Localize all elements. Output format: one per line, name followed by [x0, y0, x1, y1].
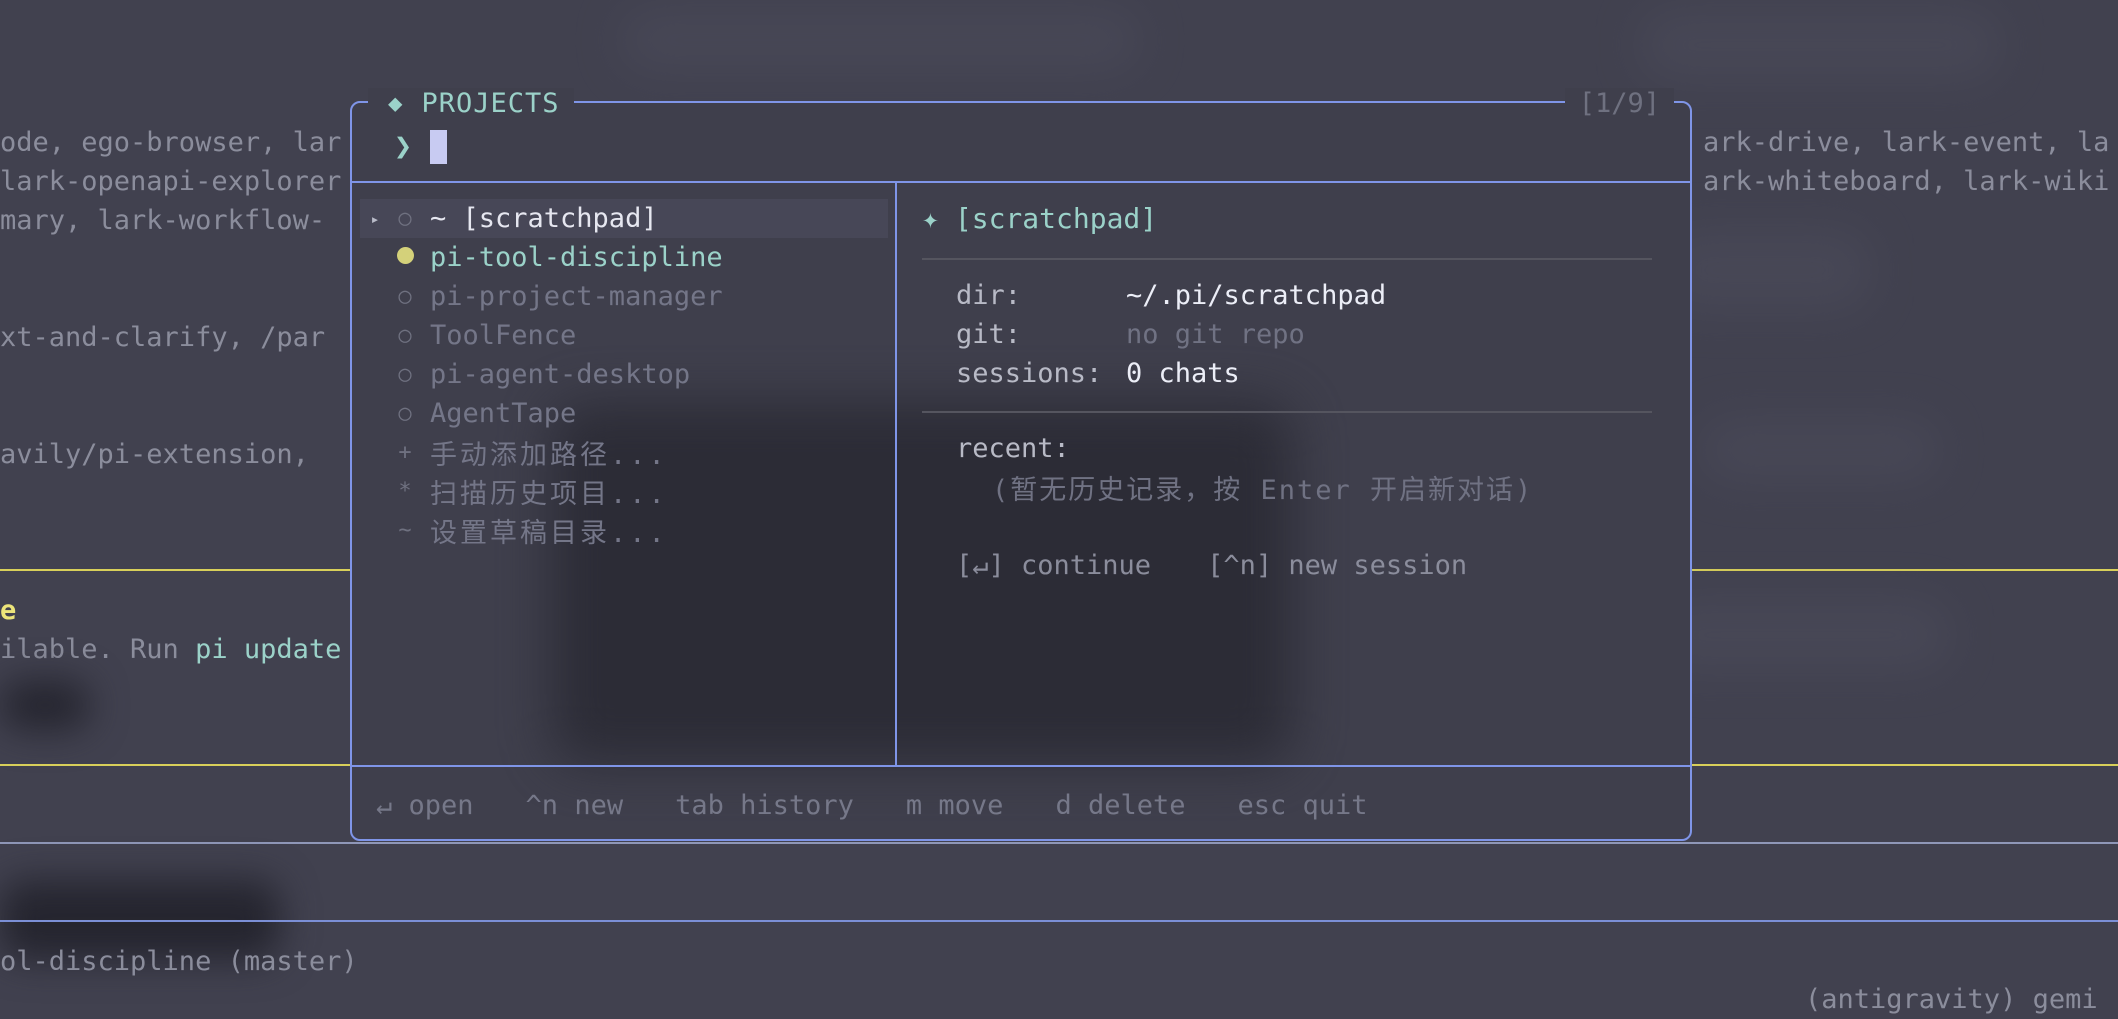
hint-quit: esc quit [1237, 790, 1368, 821]
prompt-chevron-icon: ❯ [394, 129, 413, 164]
sparkle-icon: ✦ [922, 202, 939, 235]
recent-label: recent: [956, 433, 1070, 464]
hint-move: m move [905, 790, 1004, 821]
blurred-region [1650, 600, 1950, 670]
plus-icon: + [398, 440, 412, 465]
search-input[interactable]: ❯ [394, 129, 448, 164]
result-counter: [1/9] [1564, 87, 1674, 119]
divider [352, 181, 1690, 183]
detail-git-row: git: no git repo [956, 319, 1305, 350]
hint-delete: d delete [1055, 790, 1186, 821]
tilde-icon: ~ [398, 518, 412, 543]
project-item-toolfence[interactable]: ○ ToolFence [360, 316, 888, 355]
project-detail-panel: ✦ [scratchpad] dir: ~/.pi/scratchpad git… [922, 199, 1672, 585]
bg-line: ode, ego-browser, lar [0, 127, 342, 158]
circle-icon: ○ [398, 362, 412, 387]
divider [352, 765, 1690, 767]
model-hint: (antigravity) gemi [1805, 984, 2098, 1015]
detail-actions: [↵] continue [^n] new session [922, 546, 1672, 585]
divider [895, 181, 897, 767]
circle-icon: ○ [398, 323, 412, 348]
divider [922, 258, 1652, 260]
bg-line: mary, lark-workflow- [0, 205, 326, 236]
modal-title: PROJECTS [421, 87, 560, 119]
status-line: ol-discipline (master) [0, 946, 358, 977]
update-notice: ilable. Run pi update [0, 634, 342, 665]
bg-line: ark-drive, lark-event, la [1703, 127, 2110, 158]
active-dot-icon [390, 245, 420, 270]
project-item-pi-project-manager[interactable]: ○ pi-project-manager [360, 277, 888, 316]
keybinding-footer: ↵ open ^n new tab history m move d delet… [376, 790, 1368, 821]
set-scratch-dir-action[interactable]: ~ 设置草稿目录... [360, 511, 888, 550]
modal-title-bar: ◆ PROJECTS [1/9] [368, 83, 1674, 123]
sessions-value: 0 chats [1126, 358, 1240, 389]
project-item-agenttape[interactable]: ○ AgentTape [360, 394, 888, 433]
project-list: ▸ ○ ~ [scratchpad] pi-tool-discipline ○ … [360, 199, 888, 550]
update-title: e [0, 595, 17, 626]
detail-dir-row: dir: ~/.pi/scratchpad [956, 280, 1387, 311]
bg-line: lark-openapi-explorer [0, 166, 342, 197]
continue-button[interactable]: [↵] continue [956, 550, 1151, 581]
bg-line: avily/pi-extension, [0, 439, 309, 470]
detail-sessions-row: sessions: 0 chats [956, 358, 1240, 389]
new-session-button[interactable]: [^n] new session [1207, 550, 1467, 581]
hint-open: ↵ open [376, 790, 474, 821]
divider [922, 411, 1652, 413]
divider [0, 842, 2118, 844]
blurred-region [620, 10, 1140, 70]
hint-history: tab history [675, 790, 854, 821]
hint-new: ^n new [525, 790, 624, 821]
project-item-pi-tool-discipline[interactable]: pi-tool-discipline [360, 238, 888, 277]
circle-icon: ○ [398, 401, 412, 426]
selection-arrow-icon: ▸ [370, 209, 380, 228]
bg-line: ark-whiteboard, lark-wiki [1703, 166, 2110, 197]
blurred-region [1700, 420, 1940, 480]
bg-line: xt-and-clarify, /par [0, 322, 326, 353]
circle-icon: ○ [398, 284, 412, 309]
circle-icon: ○ [398, 206, 412, 231]
blurred-region [1640, 10, 2000, 80]
divider [0, 920, 2118, 922]
scan-history-action[interactable]: * 扫描历史项目... [360, 472, 888, 511]
project-item-scratchpad[interactable]: ▸ ○ ~ [scratchpad] [360, 199, 888, 238]
projects-modal: ◆ PROJECTS [1/9] ❯ ▸ ○ ~ [scratchpad] pi… [350, 87, 1692, 841]
blurred-region [0, 680, 90, 730]
git-value: no git repo [1126, 319, 1305, 350]
asterisk-icon: * [398, 479, 412, 504]
recent-empty-hint: (暂无历史记录，按 Enter 开启新对话) [992, 475, 1534, 506]
diamond-icon: ◆ [388, 89, 404, 117]
add-path-action[interactable]: + 手动添加路径... [360, 433, 888, 472]
detail-title: [scratchpad] [954, 202, 1158, 235]
text-cursor [430, 129, 448, 164]
project-item-pi-agent-desktop[interactable]: ○ pi-agent-desktop [360, 355, 888, 394]
dir-value: ~/.pi/scratchpad [1126, 280, 1387, 311]
